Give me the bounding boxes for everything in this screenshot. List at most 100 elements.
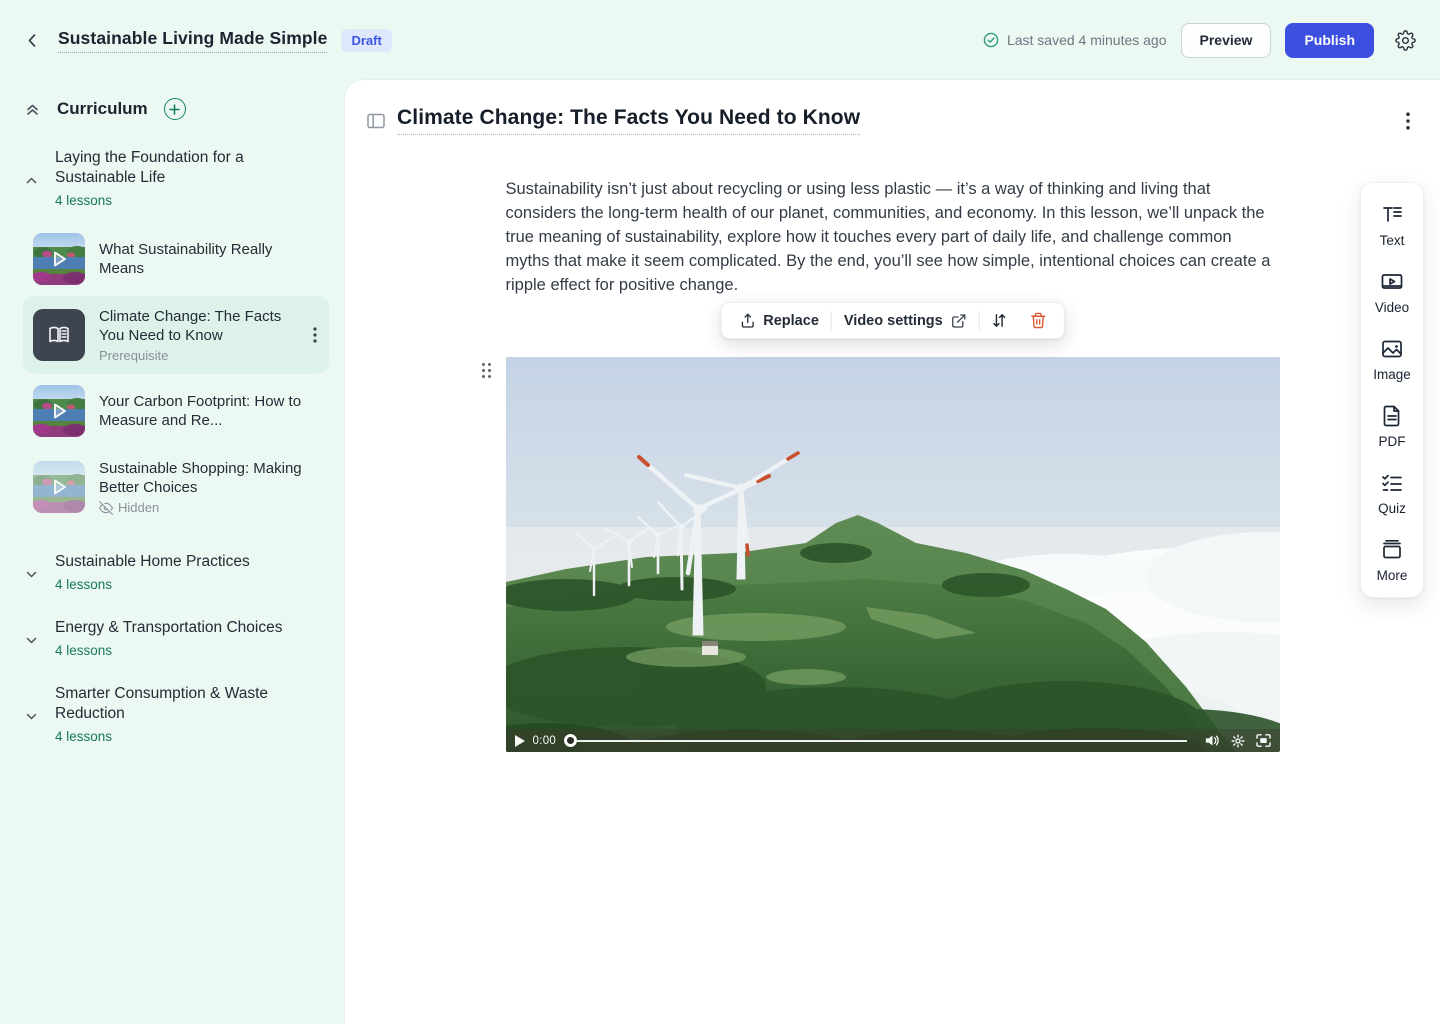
drag-handle-icon[interactable] — [481, 362, 492, 379]
collapse-all-button[interactable] — [24, 101, 41, 118]
video-timestamp: 0:00 — [533, 735, 557, 747]
section-title: Laying the Foundation for a Sustainable … — [55, 148, 285, 188]
reorder-block-button[interactable] — [980, 303, 1019, 338]
video-block-icon — [1380, 270, 1404, 294]
video-controls-bar: 0:00 — [506, 729, 1280, 752]
lesson-hidden-label: Hidden — [118, 500, 159, 515]
section-header[interactable]: Sustainable Home Practices 4 lessons — [16, 552, 329, 592]
section-lesson-count: 4 lessons — [55, 729, 285, 744]
video-play-button[interactable] — [515, 735, 525, 747]
video-player[interactable]: 0:00 — [506, 357, 1280, 752]
lesson-options-menu[interactable] — [1402, 108, 1414, 134]
section-title: Sustainable Home Practices — [55, 552, 250, 572]
more-blocks-button[interactable]: More — [1377, 538, 1408, 583]
autosave-status: Last saved 4 minutes ago — [983, 32, 1167, 48]
add-pdf-block-button[interactable]: PDF — [1379, 404, 1406, 449]
top-bar: Sustainable Living Made Simple Draft Las… — [0, 0, 1440, 80]
curriculum-title: Curriculum — [57, 99, 148, 119]
curriculum-sidebar: Curriculum Laying the Foundation for a S… — [0, 80, 345, 1024]
lesson-prerequisite-label: Prerequisite — [99, 348, 297, 363]
lesson-body-text[interactable]: Sustainability isn’t just about recyclin… — [506, 177, 1280, 297]
video-fullscreen-button[interactable] — [1256, 734, 1271, 747]
chevron-down-icon[interactable] — [24, 567, 39, 582]
check-circle-icon — [983, 32, 999, 48]
section-header[interactable]: Energy & Transportation Choices 4 lesson… — [16, 618, 329, 658]
play-icon — [33, 385, 85, 437]
wind-farm-video-frame — [506, 357, 1280, 752]
section-header[interactable]: Smarter Consumption & Waste Reduction 4 … — [16, 684, 329, 744]
lesson-video-thumbnail — [33, 233, 85, 285]
sort-arrows-icon — [991, 312, 1008, 329]
quiz-block-icon — [1380, 471, 1404, 495]
publish-button[interactable]: Publish — [1285, 23, 1374, 58]
plus-icon — [169, 104, 180, 115]
text-block-icon — [1380, 203, 1404, 227]
panel-left-icon — [367, 113, 385, 129]
lesson-item[interactable]: Your Carbon Footprint: How to Measure an… — [23, 374, 329, 448]
lesson-video-thumbnail — [33, 385, 85, 437]
lesson-text-thumbnail — [33, 309, 85, 361]
add-quiz-block-button[interactable]: Quiz — [1378, 471, 1406, 516]
play-icon — [33, 233, 85, 285]
add-image-block-button[interactable]: Image — [1373, 337, 1411, 382]
book-open-icon — [47, 323, 71, 347]
section-lesson-count: 4 lessons — [55, 643, 282, 658]
lesson-title: What Sustainability Really Means — [99, 240, 319, 278]
double-chevron-up-icon — [24, 101, 41, 118]
video-settings-gear-button[interactable] — [1231, 734, 1245, 748]
more-blocks-icon — [1380, 538, 1404, 562]
lesson-kebab-menu[interactable] — [311, 325, 319, 345]
pdf-block-icon — [1380, 404, 1404, 428]
curriculum-section: Sustainable Home Practices 4 lessons — [16, 552, 329, 592]
video-volume-button[interactable] — [1205, 734, 1220, 747]
add-section-button[interactable] — [164, 98, 186, 120]
lesson-title: Sustainable Shopping: Making Better Choi… — [99, 459, 319, 497]
delete-block-button[interactable] — [1019, 303, 1058, 338]
chevron-down-icon[interactable] — [24, 633, 39, 648]
eye-off-icon — [99, 501, 113, 515]
upload-icon — [739, 313, 755, 329]
lesson-item-selected[interactable]: Climate Change: The Facts You Need to Kn… — [23, 296, 329, 374]
lesson-title-heading[interactable]: Climate Change: The Facts You Need to Kn… — [397, 106, 860, 135]
video-progress-bar[interactable] — [564, 729, 1196, 752]
block-palette: Text Video Image PDF Quiz More — [1360, 182, 1424, 598]
status-badge: Draft — [341, 29, 391, 52]
last-saved-text: Last saved 4 minutes ago — [1007, 32, 1167, 48]
curriculum-section: Smarter Consumption & Waste Reduction 4 … — [16, 684, 329, 744]
video-settings-button[interactable]: Video settings — [832, 303, 979, 338]
lesson-title: Your Carbon Footprint: How to Measure an… — [99, 392, 319, 430]
lesson-title: Climate Change: The Facts You Need to Kn… — [99, 307, 297, 345]
add-text-block-button[interactable]: Text — [1380, 203, 1405, 248]
image-block-icon — [1380, 337, 1404, 361]
video-block-toolbar: Replace Video settings — [720, 302, 1064, 339]
video-scrubber-handle[interactable] — [564, 734, 577, 747]
back-button[interactable] — [18, 26, 46, 54]
section-lesson-count: 4 lessons — [55, 193, 285, 208]
chevron-up-icon[interactable] — [24, 173, 39, 188]
video-block: 0:00 — [506, 357, 1280, 752]
section-title: Energy & Transportation Choices — [55, 618, 282, 638]
lesson-item[interactable]: What Sustainability Really Means — [23, 222, 329, 296]
lesson-item-hidden[interactable]: Sustainable Shopping: Making Better Choi… — [23, 448, 329, 526]
kebab-icon — [313, 327, 317, 343]
section-header[interactable]: Laying the Foundation for a Sustainable … — [16, 148, 329, 208]
preview-button[interactable]: Preview — [1181, 23, 1272, 58]
toggle-sidebar-button[interactable] — [363, 109, 389, 133]
curriculum-section: Laying the Foundation for a Sustainable … — [16, 148, 329, 526]
trash-icon — [1030, 312, 1047, 329]
chevron-left-icon — [25, 33, 40, 48]
course-title[interactable]: Sustainable Living Made Simple — [58, 28, 327, 53]
gear-icon — [1395, 30, 1416, 51]
section-title: Smarter Consumption & Waste Reduction — [55, 684, 285, 724]
lesson-editor: Climate Change: The Facts You Need to Kn… — [345, 80, 1440, 1024]
replace-button[interactable]: Replace — [727, 303, 831, 338]
lesson-video-thumbnail — [33, 461, 85, 513]
kebab-icon — [1406, 112, 1410, 130]
external-link-icon — [951, 313, 967, 329]
add-video-block-button[interactable]: Video — [1375, 270, 1409, 315]
settings-button[interactable] — [1390, 25, 1420, 55]
chevron-down-icon[interactable] — [24, 709, 39, 724]
play-icon — [33, 461, 85, 513]
curriculum-section: Energy & Transportation Choices 4 lesson… — [16, 618, 329, 658]
section-lesson-count: 4 lessons — [55, 577, 250, 592]
